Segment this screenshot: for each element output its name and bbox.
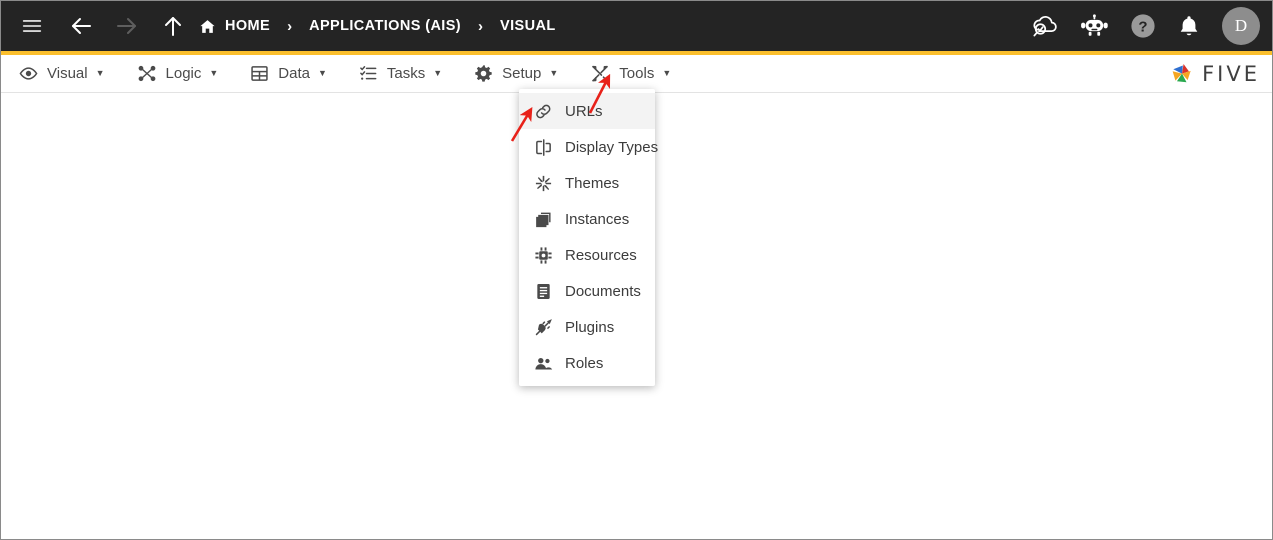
chevron-down-icon: ▼ [662, 69, 671, 78]
checklist-icon [359, 64, 378, 83]
resources-icon [532, 246, 554, 265]
logic-nodes-icon [137, 64, 157, 83]
menu-item-label: Data [278, 65, 310, 82]
robot-icon[interactable] [1080, 14, 1109, 38]
menu-option-label: URLs [565, 103, 603, 120]
menu-item-label: Visual [47, 65, 88, 82]
gear-icon [474, 64, 493, 83]
chevron-down-icon: ▼ [318, 69, 327, 78]
breadcrumb-item-visual[interactable]: VISUAL [500, 18, 556, 34]
menu-option-instances[interactable]: Instances [519, 201, 655, 237]
menu-option-label: Instances [565, 211, 629, 228]
home-icon [199, 18, 216, 35]
five-pinwheel-logo [1169, 61, 1195, 87]
breadcrumb-label: HOME [225, 18, 270, 34]
top-navigation-bar: HOME › APPLICATIONS (AIS) › VISUAL [1, 1, 1273, 51]
breadcrumb-label: APPLICATIONS (AIS) [309, 18, 461, 34]
forward-arrow-icon[interactable] [115, 14, 139, 38]
document-icon [532, 282, 554, 301]
topbar-actions: ? D [1029, 7, 1260, 45]
chevron-down-icon: ▼ [209, 69, 218, 78]
plugin-icon [532, 318, 554, 337]
chevron-down-icon: ▼ [433, 69, 442, 78]
breadcrumb: HOME › APPLICATIONS (AIS) › VISUAL [199, 18, 556, 35]
eye-icon [19, 64, 38, 83]
menu-option-label: Plugins [565, 319, 614, 336]
svg-text:?: ? [1138, 19, 1147, 36]
main-menu-bar: Visual ▼ Logic ▼ [1, 55, 1273, 93]
menu-option-resources[interactable]: Resources [519, 237, 655, 273]
roles-people-icon [532, 354, 554, 373]
menu-item-label: Tasks [387, 65, 425, 82]
chevron-down-icon: ▼ [96, 69, 105, 78]
up-arrow-icon[interactable] [161, 14, 185, 38]
breadcrumb-item-home[interactable]: HOME [199, 18, 270, 35]
breadcrumb-item-applications[interactable]: APPLICATIONS (AIS) [309, 18, 461, 34]
table-grid-icon [250, 64, 269, 83]
menu-option-documents[interactable]: Documents [519, 273, 655, 309]
breadcrumb-separator: › [287, 19, 292, 34]
link-icon [532, 102, 554, 121]
menu-option-label: Resources [565, 247, 637, 264]
instances-icon [532, 210, 554, 229]
menu-option-label: Roles [565, 355, 603, 372]
menu-item-tools[interactable]: Tools ▼ [590, 64, 671, 83]
chevron-down-icon: ▼ [549, 69, 558, 78]
bell-icon[interactable] [1177, 14, 1201, 38]
menu-item-tasks[interactable]: Tasks ▼ [359, 64, 442, 83]
hamburger-menu-icon[interactable] [21, 15, 43, 37]
breadcrumb-label: VISUAL [500, 18, 556, 34]
setup-dropdown-menu: URLs Display Types [519, 89, 655, 386]
user-avatar[interactable]: D [1222, 7, 1260, 45]
avatar-initial: D [1235, 16, 1247, 36]
cloud-check-icon[interactable] [1029, 13, 1059, 39]
menu-item-label: Logic [166, 65, 202, 82]
breadcrumb-separator: › [478, 19, 483, 34]
menu-option-display-types[interactable]: Display Types [519, 129, 655, 165]
menu-option-roles[interactable]: Roles [519, 345, 655, 381]
themes-icon [532, 174, 554, 193]
menu-item-label: Tools [619, 65, 654, 82]
menu-option-plugins[interactable]: Plugins [519, 309, 655, 345]
tools-cross-icon [590, 64, 610, 83]
menu-option-label: Documents [565, 283, 641, 300]
application-window: HOME › APPLICATIONS (AIS) › VISUAL [0, 0, 1273, 540]
back-arrow-icon[interactable] [69, 14, 93, 38]
menu-item-data[interactable]: Data ▼ [250, 64, 327, 83]
five-logo: FIVE [1169, 61, 1260, 87]
menu-item-setup[interactable]: Setup ▼ [474, 64, 558, 83]
display-types-icon [532, 138, 554, 157]
menu-option-urls[interactable]: URLs [519, 93, 655, 129]
help-circle-icon[interactable]: ? [1130, 13, 1156, 39]
five-logo-text: FIVE [1202, 62, 1260, 86]
menu-item-label: Setup [502, 65, 541, 82]
menu-option-label: Themes [565, 175, 619, 192]
menu-item-logic[interactable]: Logic ▼ [137, 64, 219, 83]
menu-item-visual[interactable]: Visual ▼ [19, 64, 105, 83]
menu-option-label: Display Types [565, 139, 658, 156]
menu-option-themes[interactable]: Themes [519, 165, 655, 201]
